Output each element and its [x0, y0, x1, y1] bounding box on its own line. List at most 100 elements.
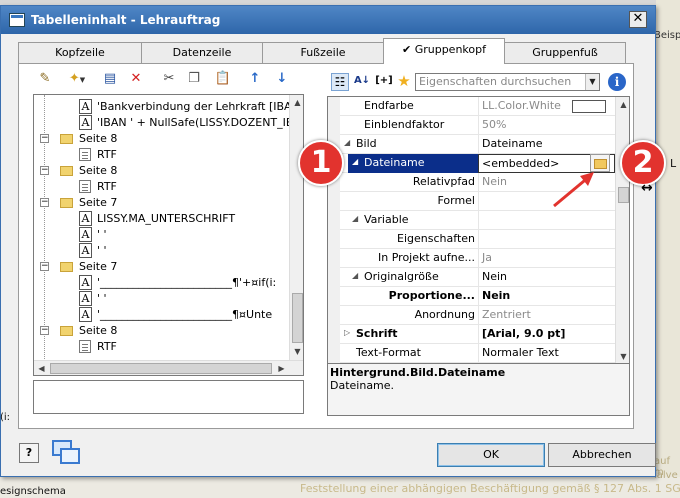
- help-button[interactable]: ?: [19, 443, 39, 463]
- tab-label: Gruppenkopf: [414, 43, 486, 56]
- scroll-thumb[interactable]: [292, 293, 303, 343]
- row-gutter: [328, 192, 340, 211]
- search-dropdown-arrow[interactable]: ▼: [585, 74, 599, 90]
- property-value[interactable]: 50%: [478, 116, 615, 135]
- expander-icon[interactable]: ◢: [352, 214, 358, 223]
- property-row[interactable]: Eigenschaften: [328, 230, 615, 249]
- tree-item[interactable]: A ' ': [34, 227, 289, 243]
- delete-icon[interactable]: ✕: [127, 70, 145, 88]
- tree-item[interactable]: A 'IBAN ' + NullSafe(LISSY.DOZENT_IB/: [34, 115, 297, 131]
- expander-icon[interactable]: ▷: [344, 328, 350, 337]
- tab-gruppenfuss[interactable]: Gruppenfuß: [504, 42, 626, 63]
- tree-vertical-scrollbar[interactable]: ▲ ▼: [289, 95, 303, 360]
- tree-folder-item[interactable]: − Seite 8: [34, 163, 289, 179]
- tab-fusszeile[interactable]: Fußzeile: [262, 42, 384, 63]
- tree-item[interactable]: RTF: [34, 179, 289, 195]
- scroll-up-arrow[interactable]: ▲: [290, 95, 303, 110]
- tree-item[interactable]: A '________________________¶'+¤if(i:: [34, 275, 289, 291]
- expander-icon[interactable]: ◢: [352, 271, 358, 280]
- collapse-icon[interactable]: −: [40, 134, 49, 143]
- tree-folder-item[interactable]: − Seite 8: [34, 131, 289, 147]
- property-row[interactable]: Text-Format Normaler Text: [328, 344, 615, 363]
- collapse-icon[interactable]: −: [40, 166, 49, 175]
- tree-folder-item[interactable]: − Seite 7: [34, 259, 289, 275]
- scroll-right-arrow[interactable]: ▶: [274, 361, 289, 375]
- expand-button[interactable]: [+]: [374, 73, 394, 91]
- dialog-titlebar[interactable]: Tabelleninhalt - Lehrauftrag ✕: [1, 6, 655, 34]
- collapse-icon[interactable]: −: [40, 326, 49, 335]
- tree-folder-item[interactable]: − Seite 7: [34, 195, 289, 211]
- row-gutter: [328, 211, 340, 230]
- move-down-icon[interactable]: ↓: [273, 70, 291, 88]
- tree-item[interactable]: A '________________________¶¤Unte: [34, 307, 289, 323]
- collapse-icon[interactable]: −: [40, 198, 49, 207]
- property-value[interactable]: Nein: [478, 268, 615, 287]
- ok-button[interactable]: OK: [437, 443, 545, 467]
- paste-icon[interactable]: 📋: [214, 70, 232, 88]
- property-value[interactable]: Normaler Text: [478, 344, 615, 363]
- wand-button[interactable]: ✎: [36, 70, 54, 88]
- cut-icon[interactable]: ✂: [160, 70, 178, 88]
- favorites-star-icon[interactable]: ★: [395, 72, 413, 90]
- properties-button[interactable]: ▤: [101, 70, 119, 88]
- copy-icon[interactable]: ❐: [185, 70, 203, 88]
- scroll-down-arrow[interactable]: ▼: [616, 349, 629, 363]
- close-button[interactable]: ✕: [629, 11, 647, 28]
- property-value[interactable]: Nein: [478, 287, 615, 306]
- property-row[interactable]: ◢ Variable: [328, 211, 615, 230]
- scroll-left-arrow[interactable]: ◀: [34, 361, 49, 375]
- scroll-down-arrow[interactable]: ▼: [290, 344, 303, 359]
- property-row[interactable]: Einblendfaktor 50%: [328, 116, 615, 135]
- tree-item[interactable]: A 'Bankverbindung der Lehrkraft [IBAN: [34, 99, 300, 115]
- table-icon: [9, 13, 25, 27]
- property-row[interactable]: ▷ Schrift [Arial, 9.0 pt]: [328, 325, 615, 344]
- tab-gruppenkopf[interactable]: ✔ Gruppenkopf: [383, 38, 505, 64]
- expander-icon[interactable]: ◢: [344, 138, 350, 147]
- element-tree[interactable]: A 'Bankverbindung der Lehrkraft [IBAN A 'IB…: [33, 94, 304, 376]
- tree-folder-item[interactable]: − Seite 8: [34, 323, 289, 339]
- info-icon[interactable]: i: [608, 73, 626, 91]
- tree-item[interactable]: RTF: [34, 147, 289, 163]
- scroll-up-arrow[interactable]: ▲: [616, 97, 629, 112]
- property-value[interactable]: [478, 230, 615, 249]
- tree-item[interactable]: A ' ': [34, 291, 289, 307]
- tab-label: Kopfzeile: [55, 46, 105, 59]
- hint-title: Hintergrund.Bild.Dateiname: [330, 366, 506, 379]
- tree-horizontal-scrollbar[interactable]: ◀ ▶: [34, 360, 303, 375]
- row-gutter: [328, 97, 340, 116]
- property-row[interactable]: ◢ Bild Dateiname: [328, 135, 615, 154]
- collapse-icon[interactable]: −: [40, 262, 49, 271]
- tree-item[interactable]: A ' ': [34, 243, 289, 259]
- windows-icon[interactable]: [50, 440, 82, 466]
- property-value[interactable]: [Arial, 9.0 pt]: [478, 325, 615, 344]
- tree-item[interactable]: A LISSY.MA_UNTERSCHRIFT: [34, 211, 289, 227]
- scroll-thumb[interactable]: [618, 187, 629, 203]
- move-up-icon[interactable]: ↑: [246, 70, 264, 88]
- property-row[interactable]: Anordnung Zentriert: [328, 306, 615, 325]
- property-row[interactable]: ◢ Originalgröße Nein: [328, 268, 615, 287]
- property-name: Endfarbe: [364, 99, 414, 112]
- property-grid[interactable]: Endfarbe LL.Color.White Einblendfaktor 50% ◢…: [327, 96, 630, 364]
- property-name: Variable: [364, 213, 409, 226]
- tab-datenzeile[interactable]: Datenzeile: [141, 42, 263, 63]
- property-value[interactable]: Dateiname: [478, 135, 615, 154]
- property-name: Eigenschaften: [397, 232, 475, 245]
- new-item-dropdown-button[interactable]: ✦▼: [64, 70, 90, 88]
- tree-item-label: ' ': [97, 228, 107, 241]
- text-field-icon: A: [79, 243, 92, 258]
- tree-item[interactable]: RTF: [34, 339, 289, 355]
- row-gutter: [328, 268, 340, 287]
- cancel-button[interactable]: Abbrechen: [548, 443, 656, 467]
- property-search-input[interactable]: Eigenschaften durchsuchen: [415, 73, 600, 91]
- property-vertical-scrollbar[interactable]: ▲ ▼: [615, 97, 629, 363]
- property-row[interactable]: In Projekt aufne... Ja: [328, 249, 615, 268]
- categorized-view-button[interactable]: ☷: [331, 73, 349, 91]
- property-row[interactable]: Proportione... Nein: [328, 287, 615, 306]
- tab-kopfzeile[interactable]: Kopfzeile: [18, 42, 142, 63]
- scroll-thumb[interactable]: [50, 363, 272, 374]
- expander-icon[interactable]: ◢: [352, 157, 358, 166]
- sort-az-button[interactable]: A↓: [353, 73, 371, 91]
- property-value[interactable]: [478, 211, 615, 230]
- property-value[interactable]: Ja: [478, 249, 615, 268]
- property-value[interactable]: Zentriert: [478, 306, 615, 325]
